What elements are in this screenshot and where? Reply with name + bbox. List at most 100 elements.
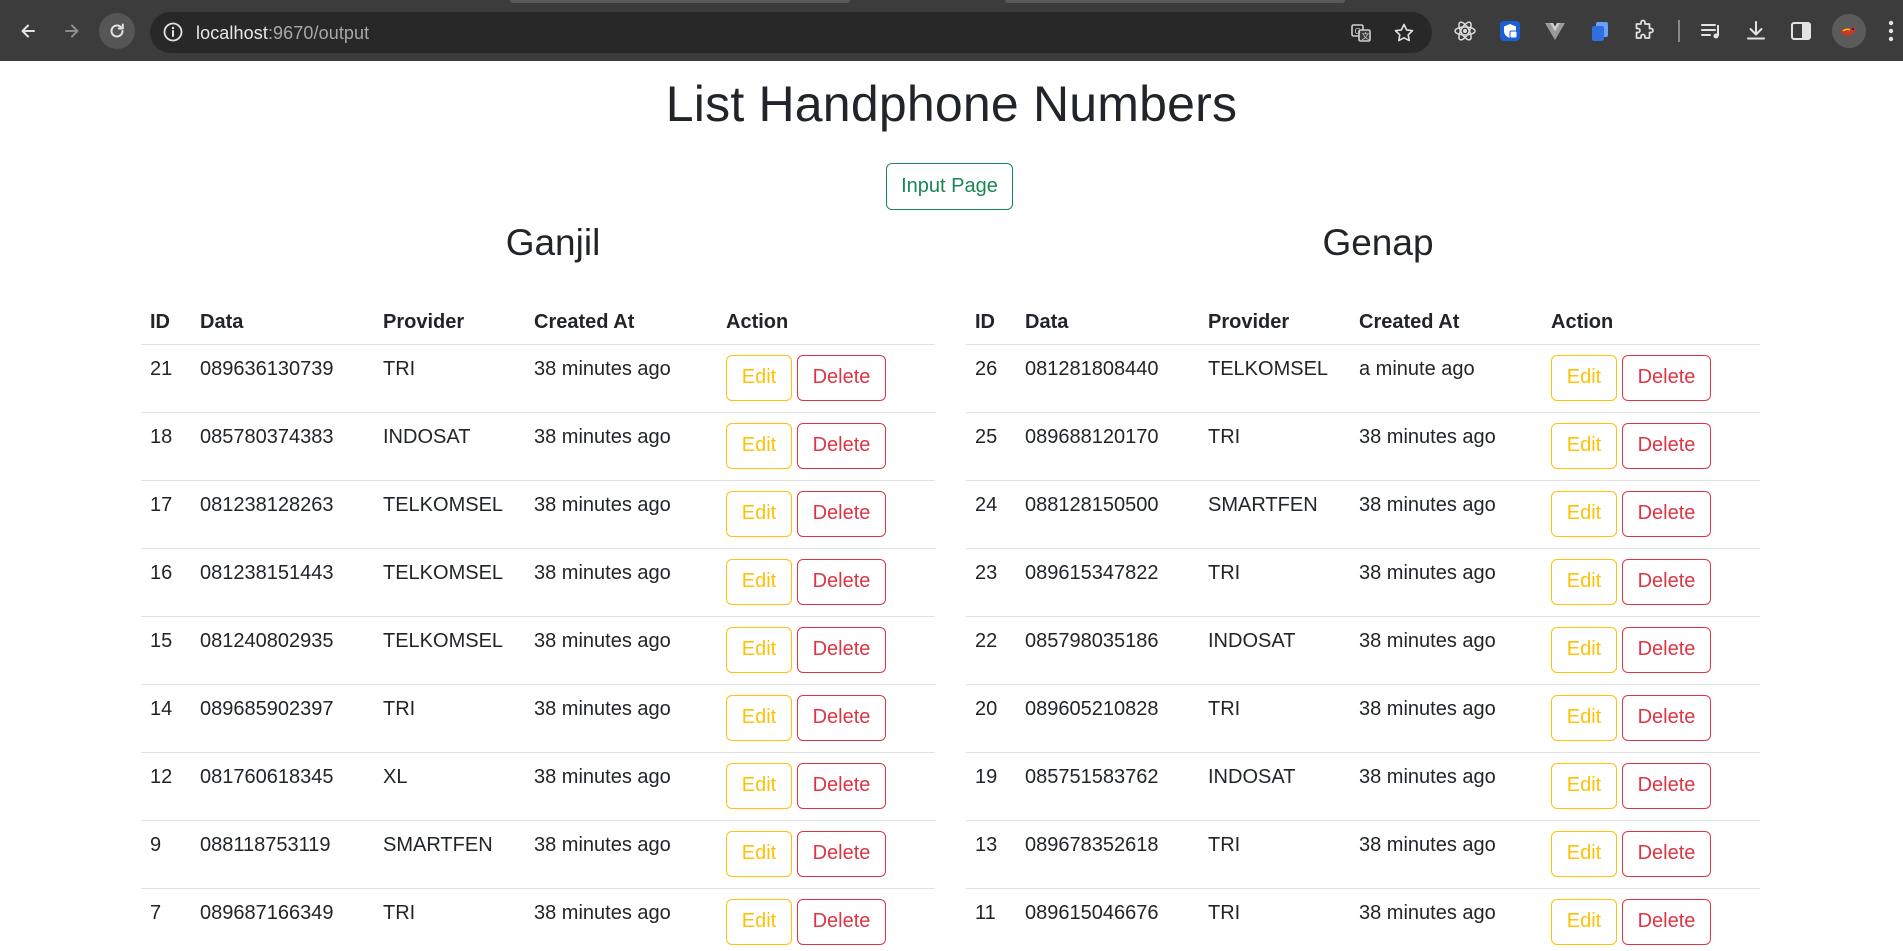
edit-button[interactable]: Edit [1551, 626, 1617, 673]
edit-button[interactable]: Edit [726, 422, 792, 469]
copy-extension-icon[interactable] [1588, 19, 1612, 43]
delete-button[interactable]: Delete [1622, 762, 1711, 809]
svg-text:文: 文 [1362, 31, 1370, 41]
delete-button[interactable]: Delete [1622, 694, 1711, 741]
address-bar[interactable]: localhost:9670/output G文 [150, 12, 1432, 53]
cell-provider: TRI [374, 344, 525, 413]
cell-id: 20 [966, 684, 1016, 753]
toolbar-separator [1678, 20, 1680, 42]
edit-button[interactable]: Edit [1551, 830, 1617, 877]
cell-provider: TRI [1199, 684, 1350, 753]
delete-button[interactable]: Delete [797, 422, 886, 469]
edit-button[interactable]: Edit [1551, 898, 1617, 945]
delete-button[interactable]: Delete [1622, 898, 1711, 945]
cell-created-at: 38 minutes ago [525, 548, 717, 617]
reload-button[interactable] [99, 13, 135, 49]
column-header-data: Data [1016, 301, 1199, 345]
edit-button[interactable]: Edit [726, 898, 792, 945]
cell-phone-number: 081238128263 [191, 480, 374, 549]
delete-button[interactable]: Delete [1622, 354, 1711, 401]
cell-id: 14 [141, 684, 191, 753]
forward-button[interactable] [54, 13, 90, 49]
table-row: 21 089636130739 TRI 38 minutes ago Edit Delet… [141, 344, 935, 413]
column-header-action: Action [1542, 301, 1760, 345]
edit-button[interactable]: Edit [726, 762, 792, 809]
cell-id: 21 [141, 344, 191, 413]
cell-created-at: 38 minutes ago [525, 888, 717, 951]
delete-button[interactable]: Delete [1622, 422, 1711, 469]
delete-button[interactable]: Delete [797, 830, 886, 877]
ganjil-table: ID Data Provider Created At Action 21 089… [141, 301, 935, 951]
cell-provider: SMARTFEN [374, 820, 525, 889]
cell-id: 19 [966, 752, 1016, 821]
edit-button[interactable]: Edit [1551, 694, 1617, 741]
delete-button[interactable]: Delete [797, 354, 886, 401]
table-row: 23 089615347822 TRI 38 minutes ago Edit Delet… [966, 548, 1760, 617]
edit-button[interactable]: Edit [726, 626, 792, 673]
delete-button[interactable]: Delete [797, 490, 886, 537]
cell-provider: TRI [1199, 412, 1350, 481]
table-row: 15 081240802935 TELKOMSEL 38 minutes ago Edi… [141, 616, 935, 685]
delete-button[interactable]: Delete [797, 626, 886, 673]
cell-provider: TELKOMSEL [374, 616, 525, 685]
cell-actions: Edit Delete [717, 684, 935, 753]
edit-button[interactable]: Edit [726, 490, 792, 537]
cell-id: 16 [141, 548, 191, 617]
bird-avatar-icon [1840, 26, 1857, 36]
cell-phone-number: 085798035186 [1016, 616, 1199, 685]
shield-extension-icon[interactable] [1498, 19, 1522, 43]
delete-button[interactable]: Delete [797, 694, 886, 741]
ganjil-section: Ganjil ID Data Provider Created At Actio… [141, 219, 965, 951]
table-header-row: ID Data Provider Created At Action [966, 301, 1760, 345]
delete-button[interactable]: Delete [1622, 490, 1711, 537]
delete-button[interactable]: Delete [1622, 626, 1711, 673]
reload-icon [110, 23, 124, 38]
page-content: List Handphone Numbers Input Page Ganjil… [0, 61, 1903, 951]
back-button[interactable] [10, 13, 46, 49]
tab-edge [510, 0, 850, 3]
table-row: 16 081238151443 TELKOMSEL 38 minutes ago Edi… [141, 548, 935, 617]
extensions-puzzle-icon[interactable] [1632, 19, 1656, 43]
cell-actions: Edit Delete [717, 344, 935, 413]
table-row: 20 089605210828 TRI 38 minutes ago Edit Delet… [966, 684, 1760, 753]
vue-devtools-icon[interactable] [1543, 19, 1567, 43]
cell-phone-number: 089688120170 [1016, 412, 1199, 481]
section-title-genap: Genap [1322, 222, 1434, 263]
cell-created-at: 38 minutes ago [1350, 548, 1542, 617]
delete-button[interactable]: Delete [1622, 830, 1711, 877]
more-menu-icon[interactable] [1887, 18, 1895, 44]
delete-button[interactable]: Delete [1622, 558, 1711, 605]
media-queue-icon[interactable] [1699, 19, 1723, 43]
edit-button[interactable]: Edit [1551, 354, 1617, 401]
cell-actions: Edit Delete [717, 480, 935, 549]
edit-button[interactable]: Edit [1551, 558, 1617, 605]
edit-button[interactable]: Edit [726, 354, 792, 401]
react-devtools-icon[interactable] [1453, 19, 1477, 43]
edit-button[interactable]: Edit [726, 694, 792, 741]
bookmark-star-icon[interactable] [1393, 22, 1415, 44]
profile-avatar[interactable] [1832, 14, 1866, 48]
cell-id: 7 [141, 888, 191, 951]
cell-created-at: 38 minutes ago [525, 684, 717, 753]
edit-button[interactable]: Edit [726, 558, 792, 605]
edit-button[interactable]: Edit [1551, 762, 1617, 809]
cell-provider: TELKOMSEL [374, 480, 525, 549]
edit-button[interactable]: Edit [726, 830, 792, 877]
delete-button[interactable]: Delete [797, 898, 886, 945]
edit-button[interactable]: Edit [1551, 490, 1617, 537]
input-page-button[interactable]: Input Page [886, 163, 1013, 210]
translate-icon[interactable]: G文 [1350, 22, 1372, 44]
cell-phone-number: 085751583762 [1016, 752, 1199, 821]
edit-button[interactable]: Edit [1551, 422, 1617, 469]
download-icon[interactable] [1744, 19, 1768, 43]
tab-edge [1005, 0, 1345, 3]
delete-button[interactable]: Delete [797, 762, 886, 809]
cell-provider: TRI [374, 684, 525, 753]
cell-actions: Edit Delete [717, 548, 935, 617]
site-info-icon[interactable] [162, 21, 184, 43]
delete-button[interactable]: Delete [797, 558, 886, 605]
cell-phone-number: 088128150500 [1016, 480, 1199, 549]
table-row: 7 089687166349 TRI 38 minutes ago Edit Delete [141, 888, 935, 951]
side-panel-icon[interactable] [1789, 19, 1813, 43]
cell-created-at: 38 minutes ago [525, 412, 717, 481]
